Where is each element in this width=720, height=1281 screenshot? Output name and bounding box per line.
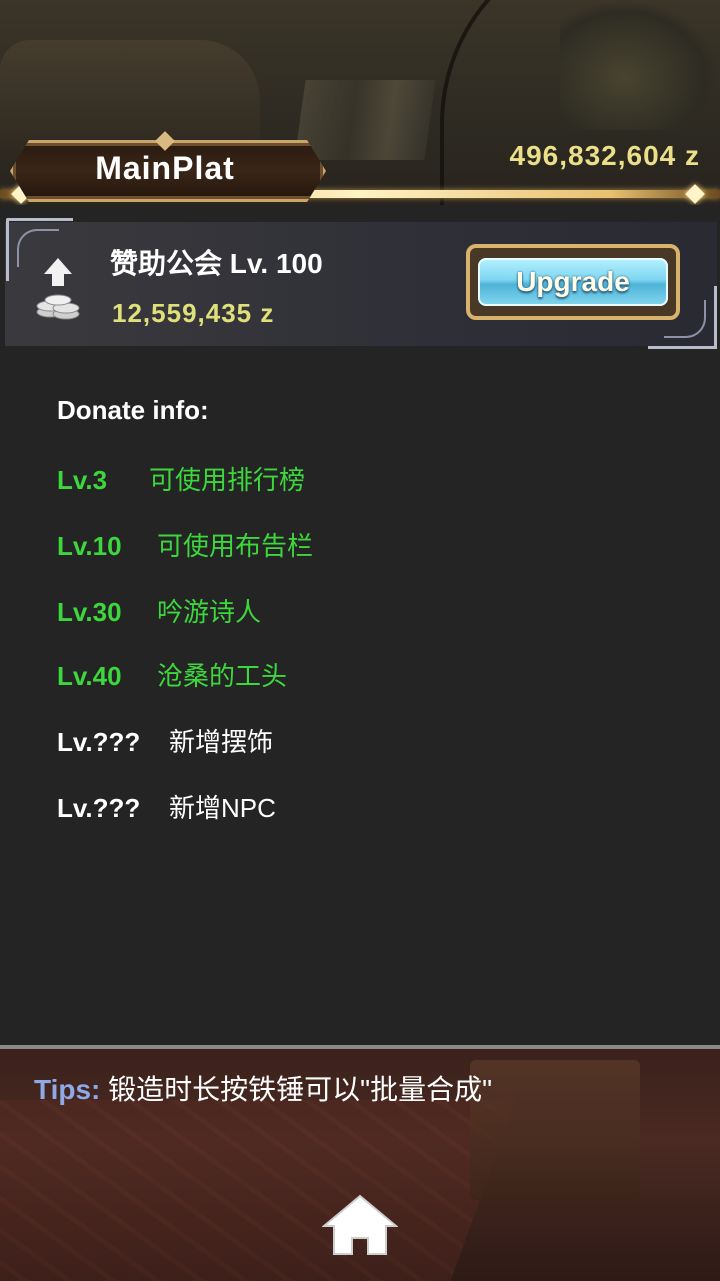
guild-name: 赞助公会	[110, 248, 223, 279]
home-icon[interactable]	[322, 1192, 398, 1258]
tips-text: Tips: 锻造时长按铁锤可以"批量合成"	[34, 1068, 492, 1108]
upgrade-button-label: Upgrade	[478, 258, 668, 306]
donate-row-text: 可使用布告栏	[157, 531, 314, 561]
background-plant	[560, 0, 720, 130]
donate-row-level: Lv.10	[57, 531, 122, 561]
donate-row-level: Lv.3	[57, 465, 108, 495]
donate-row-text: 可使用排行榜	[149, 465, 306, 495]
guild-level: Lv. 100	[229, 248, 323, 279]
donate-row-text: 沧桑的工头	[157, 661, 288, 691]
donate-row: Lv.30 吟游诗人	[57, 592, 261, 629]
background-table	[470, 1060, 640, 1200]
donate-row-text: 新增摆饰	[169, 727, 274, 757]
donate-row: Lv.??? 新增NPC	[57, 788, 276, 825]
guild-name-level: 赞助公会 Lv. 100	[110, 242, 323, 282]
page-title: MainPlat	[95, 150, 235, 186]
donate-row-level: Lv.???	[57, 727, 141, 757]
tips-label: Tips:	[34, 1074, 101, 1105]
background-rug	[0, 1100, 517, 1281]
currency-total: 496,832,604 z	[509, 140, 700, 171]
donate-row-level: Lv.40	[57, 661, 122, 691]
donate-info-title: Donate info:	[57, 395, 209, 425]
upgrade-button[interactable]: Upgrade	[466, 244, 680, 320]
donate-row: Lv.??? 新增摆饰	[57, 722, 273, 759]
donate-row-level: Lv.30	[57, 597, 122, 627]
donate-row: Lv.10 可使用布告栏	[57, 526, 313, 563]
donate-row-text: 新增NPC	[169, 793, 276, 823]
donate-row: Lv.3 可使用排行榜	[57, 460, 305, 497]
upgrade-cost: 12,559,435 z	[112, 298, 275, 328]
bottom-divider	[0, 1045, 720, 1049]
donate-row: Lv.40 沧桑的工头	[57, 656, 287, 693]
coin-stack-up-arrow-icon	[36, 258, 80, 320]
donate-row-level: Lv.???	[57, 793, 141, 823]
tips-message: 锻造时长按铁锤可以"批量合成"	[108, 1074, 493, 1105]
donate-row-text: 吟游诗人	[157, 597, 262, 627]
screen: MainPlat 496,832,604 z 赞助公会 Lv. 100 12,5…	[0, 0, 720, 1281]
